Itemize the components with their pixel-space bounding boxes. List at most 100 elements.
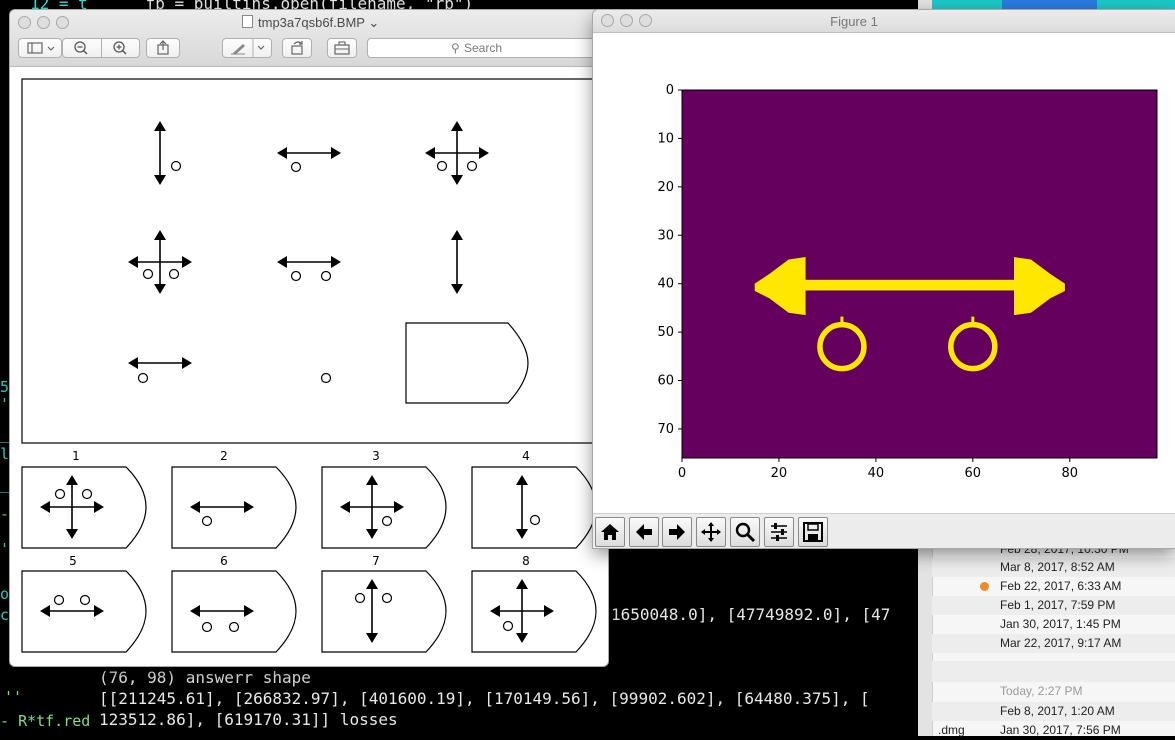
zoom-buttons [62, 38, 140, 58]
circle-marker [170, 160, 182, 172]
arrowhead [340, 501, 350, 513]
arrowhead [66, 529, 78, 539]
finder-row-date: Mar 8, 2017, 8:52 AM [1000, 560, 1115, 574]
search-icon: ⚲ [451, 41, 460, 55]
pen-icon [231, 39, 265, 57]
finder-row[interactable]: Jan 30, 2017, 1:45 PM [932, 615, 1175, 634]
zoom-icon [735, 522, 756, 543]
finder-row-date: Jan 30, 2017, 1:45 PM [1000, 617, 1121, 631]
terminal-gutter-mark: c [0, 606, 10, 624]
arrowhead [154, 175, 166, 185]
zoom-rect-button[interactable] [730, 517, 760, 547]
arrowhead [366, 529, 378, 539]
save-icon [803, 522, 823, 542]
circle-notch [971, 316, 975, 323]
arrowhead [128, 357, 138, 369]
arrowhead [544, 605, 554, 617]
terminal-gutter-mark: l [0, 445, 10, 463]
preview-title[interactable]: tmp3a7qsb6f.BMP ⌄ [242, 15, 379, 31]
back-icon [636, 524, 652, 540]
back-button[interactable] [629, 517, 659, 547]
circle-marker [436, 160, 448, 172]
choice-label: 7 [372, 554, 380, 568]
minimize-button[interactable] [37, 16, 50, 29]
arrowhead [490, 605, 500, 617]
pan-button[interactable] [696, 517, 726, 547]
answer-placeholder [405, 322, 529, 404]
arrowhead [154, 230, 166, 240]
arrowhead [331, 147, 341, 159]
arrowhead [451, 121, 463, 131]
finder-row[interactable]: Feb 1, 2017, 7:59 PM [932, 596, 1175, 615]
terminal-losses-line: [[211245.61], [266832.97], [401600.19], … [99, 689, 870, 708]
save-button[interactable] [798, 517, 828, 547]
finder-row[interactable]: .dmg Jan 30, 2017, 7:56 PM [932, 721, 1175, 740]
circle-marker [137, 372, 149, 384]
arrowhead [516, 633, 528, 643]
arrowhead [182, 357, 192, 369]
y-tick-label: 40 [657, 277, 674, 292]
finder-row[interactable]: Mar 22, 2017, 9:17 AM [932, 634, 1175, 653]
sidebar-toggle-button[interactable] [18, 38, 62, 58]
home-icon [601, 524, 619, 540]
zoom-out-icon [74, 41, 88, 55]
finder-row[interactable]: Mar 8, 2017, 8:52 AM [932, 558, 1175, 577]
finder-row-date: Today, 2:27 PM [1000, 684, 1083, 698]
close-button[interactable] [18, 16, 31, 29]
rotate-button[interactable] [282, 38, 312, 58]
circle-marker [466, 160, 478, 172]
circle-marker [381, 515, 393, 527]
document-icon [242, 15, 253, 28]
circle-marker [502, 620, 514, 632]
y-tick-label: 60 [657, 374, 674, 389]
orange-tag-icon [980, 582, 989, 591]
preview-title-text: tmp3a7qsb6f.BMP [258, 15, 365, 30]
circle-marker [290, 270, 302, 282]
circle-marker [354, 592, 366, 604]
choice-label: 2 [220, 449, 228, 463]
circle-marker [54, 488, 66, 500]
y-tick-label: 20 [657, 180, 674, 195]
share-button[interactable] [146, 38, 180, 58]
circle-marker [79, 594, 91, 606]
x-tick-label: 0 [678, 466, 686, 481]
arrowhead [479, 147, 489, 159]
heatmap-plot[interactable]: 0 10 20 30 40 50 60 70 0 20 40 60 80 [593, 33, 1175, 513]
arrowhead [154, 121, 166, 131]
toolbox-icon [334, 41, 350, 55]
arrowhead [366, 579, 378, 589]
finder-row-name: .dmg [938, 723, 965, 737]
arrowhead [154, 284, 166, 294]
markup-button[interactable] [222, 38, 272, 58]
figure-window: Figure 1 0 10 20 30 40 50 60 70 0 20 40 60 80 [593, 10, 1175, 548]
terminal-gutter-mark: 5 [0, 378, 10, 396]
arrowhead [244, 501, 254, 513]
zoom-button[interactable] [56, 16, 69, 29]
search-input[interactable]: ⚲ Search [367, 38, 608, 58]
arrowhead [451, 230, 463, 240]
preview-window: tmp3a7qsb6f.BMP ⌄ ⚲ Search 1 2 3 4 5 6 7… [10, 10, 608, 666]
y-tick-label: 0 [666, 83, 674, 98]
arrowhead [94, 501, 104, 513]
toolbox-button[interactable] [327, 38, 357, 58]
matrix-frame [21, 78, 608, 444]
home-button[interactable] [595, 517, 625, 547]
puzzle-image: 1 2 3 4 5 6 7 8 [10, 67, 608, 666]
circle-marker [290, 161, 302, 173]
puzzle-figure: 1 2 3 4 5 6 7 8 [21, 78, 608, 653]
x-tick-label: 20 [771, 466, 788, 481]
finder-row[interactable]: Feb 22, 2017, 6:33 AM [932, 577, 1175, 596]
circle-marker [320, 372, 332, 384]
forward-button[interactable] [662, 517, 692, 547]
finder-row[interactable]: Feb 8, 2017, 1:20 AM [932, 702, 1175, 721]
configure-button[interactable] [764, 517, 794, 547]
finder-row[interactable]: Today, 2:27 PM [932, 682, 1175, 701]
choice-label: 8 [522, 554, 530, 568]
terminal-side-snippet: - R*tf.red [0, 712, 91, 730]
plot-canvas[interactable]: 0 10 20 30 40 50 60 70 0 20 40 60 80 [593, 33, 1175, 513]
pan-icon [701, 522, 721, 542]
choice-label: 3 [372, 449, 380, 463]
y-tick-label: 70 [657, 422, 674, 437]
arrowhead [516, 529, 528, 539]
zoom-icons [74, 41, 127, 55]
